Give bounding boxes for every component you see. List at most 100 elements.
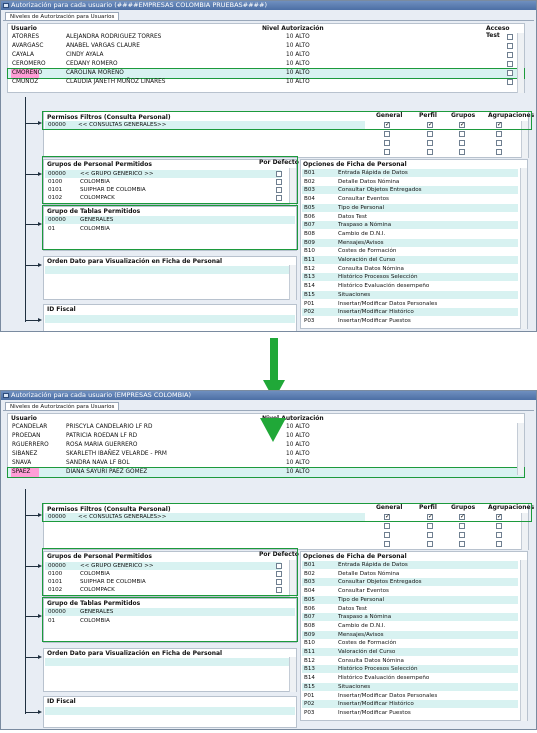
permiso-checkbox[interactable] bbox=[427, 149, 433, 155]
opcion-row[interactable]: B01 Entrada Rápida de Datos bbox=[302, 561, 518, 569]
opcion-row[interactable]: B05 Tipo de Personal bbox=[302, 203, 518, 212]
acceso-test-checkbox[interactable] bbox=[507, 43, 513, 49]
orden-scrollbar[interactable] bbox=[289, 657, 296, 692]
opcion-row[interactable]: B08 Cambio de D.N.I. bbox=[302, 622, 518, 630]
opcion-row[interactable]: B13 Histórico Procesos Selección bbox=[302, 273, 518, 282]
acceso-test-checkbox[interactable] bbox=[507, 52, 513, 58]
opcion-row[interactable]: B02 Detalle Datos Nómina bbox=[302, 570, 518, 578]
permiso-checkbox[interactable] bbox=[427, 541, 433, 547]
permiso-checkbox[interactable] bbox=[384, 523, 390, 529]
opcion-row[interactable]: B03 Consultar Objetos Entregados bbox=[302, 578, 518, 587]
opcion-row[interactable]: B14 Histórico Evaluación desempeño bbox=[302, 674, 518, 682]
permiso-checkbox[interactable] bbox=[459, 140, 465, 146]
permiso-checkbox[interactable] bbox=[496, 541, 502, 547]
permiso-checkbox[interactable] bbox=[459, 131, 465, 137]
permiso-checkbox[interactable] bbox=[459, 541, 465, 547]
tree-branch bbox=[25, 265, 39, 266]
opcion-row[interactable]: B06 Datos Test bbox=[302, 213, 518, 221]
table-row[interactable]: CMUNOZ CLAUDIA JANETH MUÑOZ LINARES 10 ALT… bbox=[8, 78, 524, 87]
users-scrollbar[interactable] bbox=[517, 423, 524, 475]
user-name: CEDANY ROMERO bbox=[66, 61, 118, 67]
permiso-checkbox[interactable] bbox=[384, 149, 390, 155]
opcion-code: P01 bbox=[304, 692, 315, 699]
permiso-checkbox[interactable] bbox=[427, 131, 433, 137]
opciones-scrollbar[interactable] bbox=[520, 560, 527, 721]
opcion-code: B13 bbox=[304, 666, 315, 673]
table-row[interactable]: CEROMERO CEDANY ROMERO 10 ALTO bbox=[8, 60, 524, 69]
permiso-checkbox[interactable] bbox=[459, 149, 465, 155]
opcion-row[interactable]: B01 Entrada Rápida de Datos bbox=[302, 169, 518, 177]
opcion-row[interactable]: B10 Costes de Formación bbox=[302, 247, 518, 255]
opcion-row[interactable]: P03 Insertar/Modificar Puestos bbox=[302, 709, 518, 717]
acceso-test-checkbox[interactable] bbox=[507, 79, 513, 85]
opcion-row[interactable]: B06 Datos Test bbox=[302, 605, 518, 613]
opcion-row[interactable]: B10 Costes de Formación bbox=[302, 639, 518, 647]
table-row[interactable]: SIBANEZ SKARLETH IBAÑEZ VELARDE - PRM 10 A… bbox=[8, 450, 524, 459]
table-row[interactable]: CAYALA CINDY AYALA 10 ALTO bbox=[8, 51, 524, 60]
opcion-row[interactable]: P01 Insertar/Modificar Datos Personales bbox=[302, 692, 518, 700]
opcion-row[interactable]: B15 Situaciones bbox=[302, 290, 518, 299]
acceso-test-checkbox[interactable] bbox=[507, 61, 513, 67]
opcion-name: Histórico Procesos Selección bbox=[338, 666, 418, 673]
permiso-checkbox[interactable] bbox=[427, 140, 433, 146]
permiso-checkbox[interactable] bbox=[496, 149, 502, 155]
permiso-checkbox[interactable] bbox=[384, 532, 390, 538]
acceso-test-checkbox[interactable] bbox=[507, 70, 513, 76]
opcion-code: B11 bbox=[304, 257, 315, 263]
opciones-scrollbar[interactable] bbox=[520, 168, 527, 329]
permiso-checkbox[interactable] bbox=[496, 523, 502, 529]
opcion-row[interactable]: B11 Valoración del Curso bbox=[302, 256, 518, 264]
table-row[interactable]: SNAVA SANDRA NAVA LF BOL 10 ALTO bbox=[8, 459, 524, 468]
users-scrollbar[interactable] bbox=[517, 33, 524, 93]
opcion-row[interactable]: B03 Consultar Objetos Entregados bbox=[302, 186, 518, 195]
opcion-code: B14 bbox=[304, 675, 315, 682]
opcion-row[interactable]: B08 Cambio de D.N.I. bbox=[302, 230, 518, 238]
opcion-row[interactable]: B15 Situaciones bbox=[302, 682, 518, 691]
acceso-test-checkbox[interactable] bbox=[507, 34, 513, 40]
opcion-row[interactable]: B12 Consulta Datos Nómina bbox=[302, 265, 518, 273]
orden-scrollbar[interactable] bbox=[289, 265, 296, 300]
opcion-row[interactable]: B11 Valoración del Curso bbox=[302, 648, 518, 656]
table-row[interactable]: CMORENO CAROLINA MORENO 10 ALTO bbox=[7, 68, 525, 79]
opcion-row[interactable]: P03 Insertar/Modificar Puestos bbox=[302, 317, 518, 325]
permiso-checkbox[interactable] bbox=[496, 131, 502, 137]
table-row[interactable]: ATORRES ALEJANDRA RODRIGUEZ TORRES 10 ALTO bbox=[8, 33, 524, 42]
permiso-checkbox[interactable] bbox=[496, 140, 502, 146]
opcion-row[interactable]: B14 Histórico Evaluación desempeño bbox=[302, 282, 518, 290]
opcion-row[interactable]: B07 Traspaso a Nómina bbox=[302, 613, 518, 622]
user-code: SNAVA bbox=[12, 460, 32, 466]
opcion-code: B08 bbox=[304, 622, 315, 629]
opcion-row[interactable]: B05 Tipo de Personal bbox=[302, 595, 518, 604]
opcion-code: B15 bbox=[304, 291, 315, 298]
permiso-checkbox[interactable] bbox=[384, 140, 390, 146]
permiso-checkbox[interactable] bbox=[496, 532, 502, 538]
permiso-checkbox[interactable] bbox=[427, 532, 433, 538]
permiso-checkbox[interactable] bbox=[459, 523, 465, 529]
opcion-row[interactable]: B04 Consultar Eventos bbox=[302, 587, 518, 595]
opcion-row[interactable]: B09 Mensajes/Avisos bbox=[302, 630, 518, 639]
opcion-row[interactable]: B12 Consulta Datos Nómina bbox=[302, 657, 518, 665]
opcion-row[interactable]: B13 Histórico Procesos Selección bbox=[302, 665, 518, 674]
opcion-row[interactable]: P01 Insertar/Modificar Datos Personales bbox=[302, 300, 518, 308]
orden-row[interactable] bbox=[45, 658, 295, 666]
opcion-name: Tipo de Personal bbox=[338, 596, 385, 603]
opcion-row[interactable]: B09 Mensajes/Avisos bbox=[302, 238, 518, 247]
idfiscal-row[interactable] bbox=[45, 315, 295, 323]
tree-branch bbox=[25, 616, 39, 617]
user-code: SPAEZ bbox=[11, 468, 39, 477]
permiso-checkbox[interactable] bbox=[459, 532, 465, 538]
opcion-row[interactable]: B07 Traspaso a Nómina bbox=[302, 221, 518, 230]
idfiscal-row[interactable] bbox=[45, 707, 295, 715]
opcion-row[interactable]: P02 Insertar/Modificar Histórico bbox=[302, 700, 518, 709]
permiso-checkbox[interactable] bbox=[427, 523, 433, 529]
opcion-row[interactable]: B04 Consultar Eventos bbox=[302, 195, 518, 203]
table-row[interactable]: SPAEZ DIANA SAYURI PAEZ GOMEZ 10 ALTO bbox=[7, 467, 525, 478]
permiso-checkbox[interactable] bbox=[384, 131, 390, 137]
opcion-row[interactable]: B02 Detalle Datos Nómina bbox=[302, 178, 518, 186]
opcion-row[interactable]: P02 Insertar/Modificar Histórico bbox=[302, 308, 518, 317]
orden-row[interactable] bbox=[45, 266, 295, 274]
table-row[interactable]: AVARGASC ANABEL VARGAS CLAURE 10 ALTO bbox=[8, 42, 524, 51]
permiso-checkbox[interactable] bbox=[384, 541, 390, 547]
opcion-name: Detalle Datos Nómina bbox=[338, 570, 400, 577]
opcion-name: Consulta Datos Nómina bbox=[338, 657, 404, 664]
